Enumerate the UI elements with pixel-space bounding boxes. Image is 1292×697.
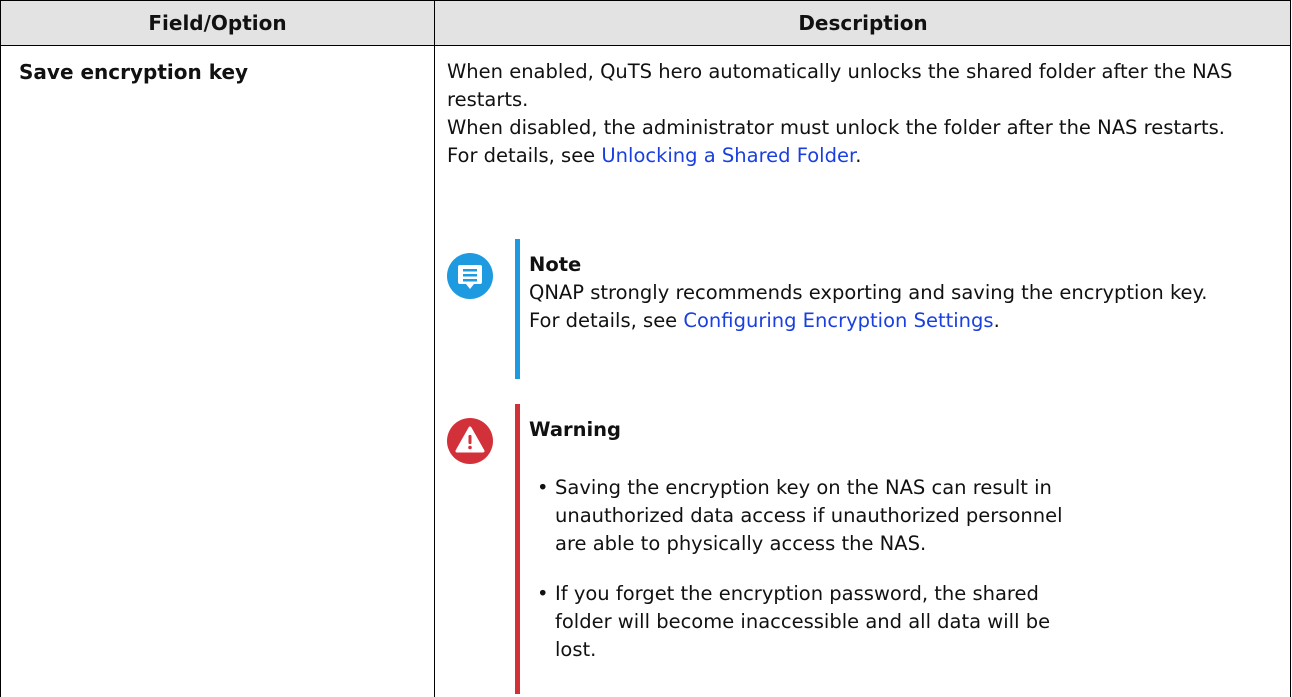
warning-title: Warning <box>529 418 621 441</box>
note-admonition: Note QNAP strongly recommends exporting … <box>447 239 1287 379</box>
link-configuring-encryption-settings[interactable]: Configuring Encryption Settings <box>683 309 993 332</box>
warning-item-text: If you forget the encryption password, t… <box>555 582 1051 661</box>
note-body: Note QNAP strongly recommends exporting … <box>529 251 1269 335</box>
note-details-suffix: . <box>993 309 1000 332</box>
note-text: QNAP strongly recommends exporting and s… <box>529 281 1208 304</box>
description-details: For details, see Unlocking a Shared Fold… <box>447 142 1287 170</box>
warning-list: • Saving the encryption key on the NAS ca… <box>529 474 1269 664</box>
warning-body: Warning • Saving the encryption key on th… <box>529 416 1269 664</box>
field-name-save-encryption-key: Save encryption key <box>19 60 249 84</box>
details-prefix: For details, see <box>447 144 602 167</box>
note-icon <box>447 253 493 299</box>
bullet: • <box>537 582 549 605</box>
note-bar <box>515 239 520 379</box>
description-enabled: When enabled, QuTS hero automatically un… <box>447 60 1233 111</box>
options-table: Field/Option Description Save encryption… <box>0 0 1291 697</box>
table-header-row: Field/Option Description <box>1 0 1290 46</box>
details-suffix: . <box>855 144 862 167</box>
list-item: • Saving the encryption key on the NAS ca… <box>529 474 1075 558</box>
header-field-option: Field/Option <box>148 11 287 35</box>
note-details: For details, see Configuring Encryption … <box>529 307 1269 335</box>
note-details-prefix: For details, see <box>529 309 684 332</box>
description-disabled: When disabled, the administrator must un… <box>447 116 1225 139</box>
header-description: Description <box>798 11 928 35</box>
note-title: Note <box>529 253 582 276</box>
bullet: • <box>537 476 549 499</box>
warning-admonition: Warning • Saving the encryption key on th… <box>447 404 1287 694</box>
column-divider <box>434 0 435 697</box>
link-unlocking-shared-folder[interactable]: Unlocking a Shared Folder <box>601 144 855 167</box>
warning-icon <box>447 418 493 464</box>
warning-item-text: Saving the encryption key on the NAS can… <box>555 476 1063 555</box>
list-item: • If you forget the encryption password, … <box>529 580 1075 664</box>
warning-bar <box>515 404 520 694</box>
description-cell: When enabled, QuTS hero automatically un… <box>447 58 1287 170</box>
